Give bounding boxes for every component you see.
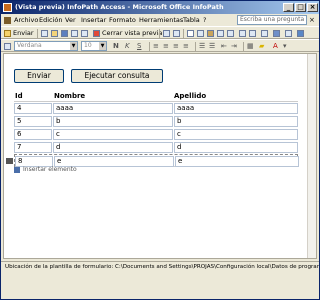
apellido-field[interactable]: d	[174, 142, 298, 153]
column-header-apellido: Apellido	[174, 92, 207, 100]
close-preview-icon[interactable]	[93, 30, 100, 37]
close-preview-button[interactable]: Cerrar vista previa	[102, 29, 162, 38]
align-right-icon[interactable]: ≡	[173, 42, 179, 50]
ask-question-input[interactable]: Escriba una pregunta	[237, 15, 307, 25]
formatting-toolbar: Verdana ▼ 10 ▼ N K S ≡ ≡ ≡ ≡ ☰ ☰ ⇤ ⇥ ▦ ▰…	[1, 39, 319, 52]
toolbar-separator	[183, 29, 184, 38]
menu-herramientas[interactable]: Herramientas	[139, 16, 183, 24]
apellido-field[interactable]: aaaa	[174, 103, 298, 114]
toolbar-options-icon[interactable]: ▾	[283, 42, 287, 50]
column-header-id: Id	[15, 92, 23, 100]
copy-icon[interactable]	[197, 30, 204, 37]
format-painter-icon[interactable]	[217, 30, 224, 37]
insert-item-label: Insertar elemento	[23, 166, 77, 173]
apellido-field[interactable]: e	[175, 156, 299, 167]
row-menu-icon[interactable]	[6, 158, 13, 164]
toolbar-separator	[243, 42, 244, 51]
standard-toolbar: Enviar Cerrar vista previa	[1, 26, 319, 39]
menu-bar: Archivo Edición Ver Insertar Formato Her…	[1, 14, 319, 26]
toolbar-separator	[149, 42, 150, 51]
id-field[interactable]: 6	[14, 129, 52, 140]
toolbar-separator	[37, 29, 38, 38]
table-row: 5 b b	[14, 115, 298, 128]
nombre-field[interactable]: aaaa	[53, 103, 173, 114]
chevron-down-icon[interactable]: ▼	[99, 42, 106, 50]
justify-icon[interactable]: ≡	[183, 42, 189, 50]
decrease-indent-icon[interactable]: ⇤	[221, 42, 227, 50]
open-icon[interactable]	[51, 30, 58, 37]
insert-item-link[interactable]: Insertar elemento	[14, 166, 77, 173]
id-field[interactable]: 7	[14, 142, 52, 153]
print-icon[interactable]	[71, 30, 78, 37]
align-center-icon[interactable]: ≡	[163, 42, 169, 50]
send-button[interactable]: Enviar	[14, 69, 64, 83]
menu-tabla[interactable]: Tabla	[183, 16, 200, 24]
table-row: 4 aaaa aaaa	[14, 102, 298, 115]
nombre-field[interactable]: d	[53, 142, 173, 153]
insert-item-icon	[14, 166, 20, 173]
toolbar-separator	[159, 29, 160, 38]
underline-icon[interactable]: S	[137, 42, 141, 50]
font-name-combo[interactable]: Verdana ▼	[14, 41, 78, 51]
cut-icon[interactable]	[187, 30, 194, 37]
run-query-button[interactable]: Ejecutar consulta	[71, 69, 163, 83]
nombre-field[interactable]: b	[53, 116, 173, 127]
id-field[interactable]: 4	[14, 103, 52, 114]
menu-ver[interactable]: Ver	[65, 16, 76, 24]
close-button[interactable]: ×	[307, 3, 318, 12]
menu-formato[interactable]: Formato	[109, 16, 136, 24]
style-icon[interactable]	[4, 43, 11, 50]
increase-indent-icon[interactable]: ⇥	[231, 42, 237, 50]
numbered-list-icon[interactable]: ☰	[199, 42, 205, 50]
window-title: (Vista previa) InfoPath Access - Microso…	[15, 3, 224, 11]
minimize-button[interactable]: _	[283, 3, 294, 12]
table-icon[interactable]	[261, 30, 268, 37]
border-icon[interactable]: ▦	[247, 42, 254, 50]
spell-check-icon[interactable]	[173, 30, 180, 37]
save-icon[interactable]	[61, 30, 68, 37]
toolbar-separator	[195, 42, 196, 51]
bullet-list-icon[interactable]: ☰	[209, 42, 215, 50]
send-toolbar-button[interactable]: Enviar	[13, 29, 34, 38]
new-icon[interactable]	[41, 30, 48, 37]
id-field[interactable]: 5	[14, 116, 52, 127]
chevron-down-icon[interactable]: ▼	[70, 42, 77, 50]
status-bar: Ubicación de la plantilla de formulario:…	[1, 261, 319, 273]
apellido-field[interactable]: c	[174, 129, 298, 140]
print-icon-2[interactable]	[163, 30, 170, 37]
table-row: 6 c c	[14, 128, 298, 141]
apellido-field[interactable]: b	[174, 116, 298, 127]
menu-insertar[interactable]: Insertar	[81, 16, 106, 24]
infopath-window: (Vista previa) InfoPath Access - Microso…	[0, 0, 320, 300]
align-left-icon[interactable]: ≡	[153, 42, 159, 50]
close-document-icon[interactable]: ×	[309, 16, 315, 24]
menu-edicion[interactable]: Edición	[39, 16, 63, 24]
font-name-value: Verdana	[17, 42, 42, 49]
table-row: 7 d d	[14, 141, 298, 154]
find-icon[interactable]	[285, 30, 292, 37]
column-header-nombre: Nombre	[54, 92, 86, 100]
menu-help[interactable]: ?	[203, 16, 206, 24]
menu-archivo[interactable]: Archivo	[14, 16, 38, 24]
font-size-combo[interactable]: 10 ▼	[81, 41, 107, 51]
bold-icon[interactable]: N	[113, 42, 119, 50]
nombre-field[interactable]: c	[53, 129, 173, 140]
infopath-app-icon[interactable]	[3, 3, 12, 12]
undo-icon[interactable]	[239, 30, 246, 37]
paste-icon[interactable]	[207, 30, 214, 37]
font-color-icon[interactable]: A	[273, 42, 278, 50]
title-bar: (Vista previa) InfoPath Access - Microso…	[1, 1, 319, 14]
maximize-button[interactable]: □	[295, 3, 306, 12]
italic-icon[interactable]: K	[125, 42, 130, 50]
redo-icon[interactable]	[249, 30, 256, 37]
highlight-icon[interactable]: ▰	[259, 42, 264, 50]
print-preview-icon[interactable]	[81, 30, 88, 37]
format-icon[interactable]	[227, 30, 234, 37]
help-icon[interactable]	[297, 30, 304, 37]
hyperlink-icon[interactable]	[273, 30, 280, 37]
send-icon[interactable]	[4, 30, 11, 37]
document-menu-icon[interactable]	[4, 17, 11, 24]
font-size-value: 10	[84, 42, 92, 49]
vertical-scrollbar[interactable]	[307, 54, 316, 258]
